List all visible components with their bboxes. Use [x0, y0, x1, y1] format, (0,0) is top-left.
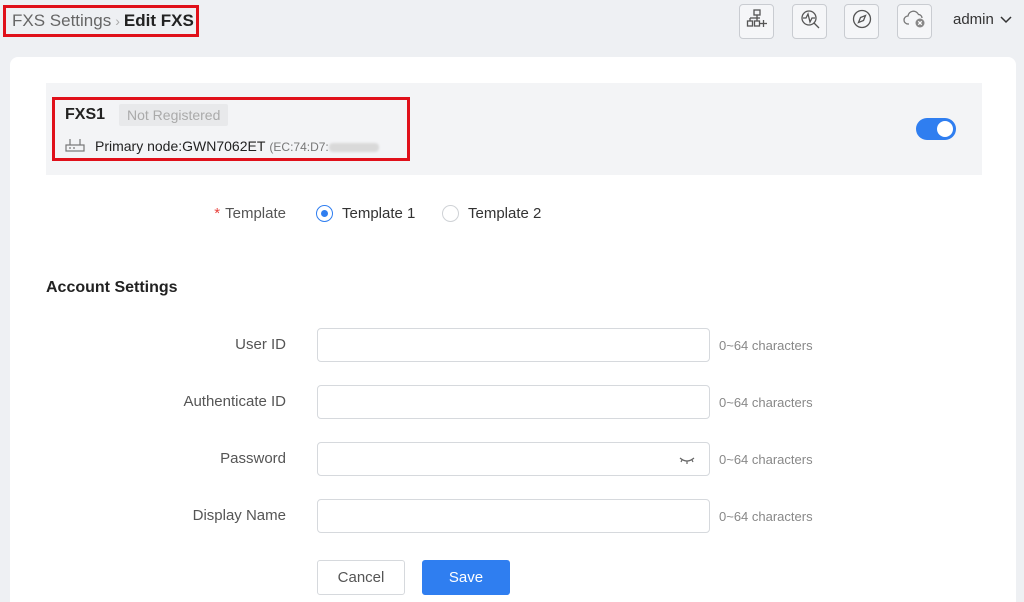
mac-redacted	[328, 143, 379, 153]
status-badge: Not Registered	[119, 104, 229, 126]
password-label: Password	[220, 450, 286, 467]
template-2-radio[interactable]: Template 2	[442, 205, 541, 222]
router-icon	[65, 137, 85, 158]
authenticate-id-hint: 0~64 characters	[719, 395, 813, 410]
device-name: FXS1	[65, 106, 106, 123]
primary-node-text: Primary node:GWN7062ET	[95, 138, 266, 154]
password-hint: 0~64 characters	[719, 452, 813, 467]
toggle-knob	[937, 121, 953, 137]
breadcrumb-current: Edit FXS	[123, 11, 194, 30]
compass-button[interactable]	[844, 4, 879, 39]
diagnostic-search-icon	[799, 8, 821, 35]
main-card: FXS1 Not Registered Primary node:GWN7062…	[10, 57, 1016, 602]
required-mark: *	[214, 205, 221, 222]
cancel-button[interactable]: Cancel	[317, 560, 405, 595]
template-1-label: Template 1	[342, 205, 416, 222]
display-name-label: Display Name	[192, 507, 286, 524]
breadcrumb-parent-link[interactable]: FXS Settings	[12, 11, 111, 31]
user-menu[interactable]: admin	[953, 11, 1012, 28]
user-id-input[interactable]	[317, 328, 710, 362]
device-panel: FXS1 Not Registered Primary node:GWN7062…	[46, 83, 982, 175]
primary-node-label: Primary node:GWN7062ET (EC:74:D7:	[95, 138, 379, 154]
node-mac-prefix: (EC:74:D7:	[269, 140, 329, 154]
node-mac: (EC:74:D7:	[269, 140, 379, 154]
cloud-offline-icon	[902, 8, 927, 35]
compass-icon	[851, 8, 873, 35]
save-button[interactable]: Save	[422, 560, 510, 595]
add-network-icon	[746, 8, 768, 35]
radio-unchecked-icon	[442, 205, 459, 222]
section-title: Account Settings	[46, 279, 178, 296]
device-info-highlight: FXS1 Not Registered Primary node:GWN7062…	[52, 97, 410, 161]
user-id-label: User ID	[235, 336, 286, 353]
eye-closed-icon[interactable]	[679, 453, 695, 471]
display-name-input[interactable]	[317, 499, 710, 533]
enable-toggle[interactable]	[916, 118, 956, 140]
top-bar: FXS Settings › Edit FXS admin	[0, 0, 1024, 44]
template-2-label: Template 2	[468, 205, 542, 222]
template-label-text: Template	[225, 205, 286, 222]
chevron-down-icon	[1000, 11, 1012, 28]
template-label: * Template	[160, 205, 286, 222]
cloud-status-button[interactable]	[897, 4, 932, 39]
user-id-hint: 0~64 characters	[719, 338, 813, 353]
breadcrumb-separator: ›	[115, 13, 120, 29]
template-1-radio[interactable]: Template 1	[316, 205, 415, 222]
authenticate-id-label: Authenticate ID	[183, 393, 286, 410]
breadcrumb: FXS Settings › Edit FXS	[3, 5, 199, 37]
radio-checked-icon	[316, 205, 333, 222]
authenticate-id-input[interactable]	[317, 385, 710, 419]
password-input[interactable]	[317, 442, 710, 476]
display-name-hint: 0~64 characters	[719, 509, 813, 524]
user-name: admin	[953, 11, 994, 28]
diagnostic-button[interactable]	[792, 4, 827, 39]
add-network-button[interactable]	[739, 4, 774, 39]
